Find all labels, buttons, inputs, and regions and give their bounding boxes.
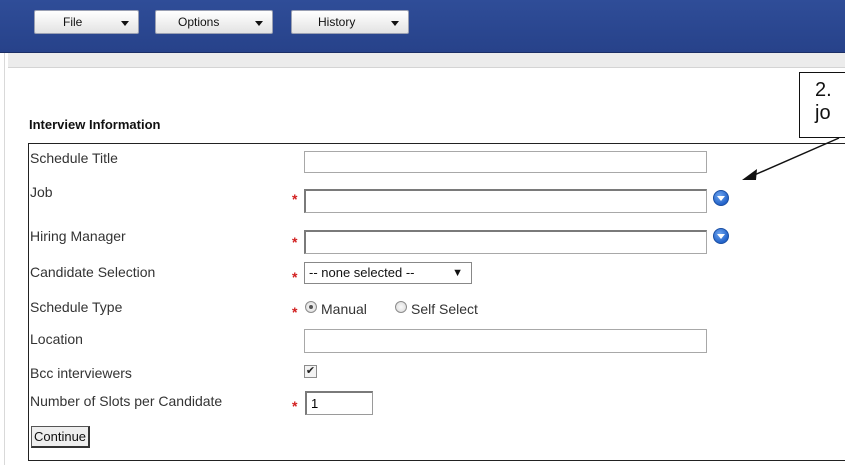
annotation-arrow [742,137,840,180]
